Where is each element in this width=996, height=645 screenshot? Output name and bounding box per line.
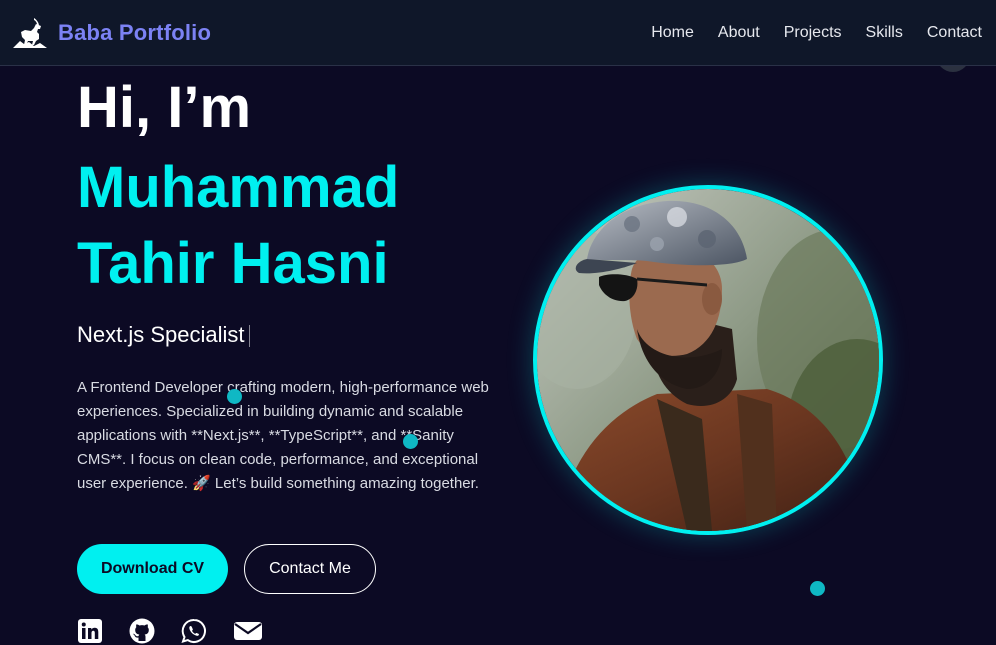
portfolio-page: Baba Portfolio Home About Projects Skill… bbox=[0, 0, 996, 645]
github-icon[interactable] bbox=[129, 618, 155, 644]
nav-link-skills[interactable]: Skills bbox=[866, 24, 903, 42]
hero-role: Next.js Specialist bbox=[77, 322, 250, 348]
hero-name: Muhammad Tahir Hasni bbox=[77, 155, 400, 296]
nav-link-about[interactable]: About bbox=[718, 24, 760, 42]
profile-photo-illustration bbox=[537, 189, 879, 531]
hero-buttons: Download CV Contact Me bbox=[77, 544, 376, 594]
linkedin-icon[interactable] bbox=[77, 618, 103, 644]
nav-link-home[interactable]: Home bbox=[651, 24, 694, 42]
typing-cursor bbox=[248, 325, 250, 348]
email-icon[interactable] bbox=[233, 618, 263, 644]
brand-name: Baba Portfolio bbox=[58, 19, 212, 45]
hero-greeting: Hi, I’m bbox=[77, 75, 252, 140]
hero-role-text: Next.js Specialist bbox=[77, 322, 245, 347]
download-cv-button[interactable]: Download CV bbox=[77, 544, 228, 594]
nav-link-contact[interactable]: Contact bbox=[927, 24, 982, 42]
goat-logo-icon bbox=[13, 17, 47, 48]
social-links bbox=[77, 618, 263, 644]
decorative-dot bbox=[227, 389, 242, 404]
contact-me-button[interactable]: Contact Me bbox=[244, 544, 376, 594]
brand[interactable]: Baba Portfolio bbox=[12, 15, 211, 51]
hero-bio: A Frontend Developer crafting modern, hi… bbox=[77, 379, 489, 492]
decorative-dot bbox=[403, 434, 418, 449]
decorative-dot bbox=[810, 581, 825, 596]
whatsapp-icon[interactable] bbox=[181, 618, 207, 644]
nav-links: Home About Projects Skills Contact bbox=[651, 24, 982, 42]
profile-photo bbox=[533, 185, 883, 535]
navbar: Baba Portfolio Home About Projects Skill… bbox=[0, 0, 996, 66]
nav-link-projects[interactable]: Projects bbox=[784, 24, 842, 42]
